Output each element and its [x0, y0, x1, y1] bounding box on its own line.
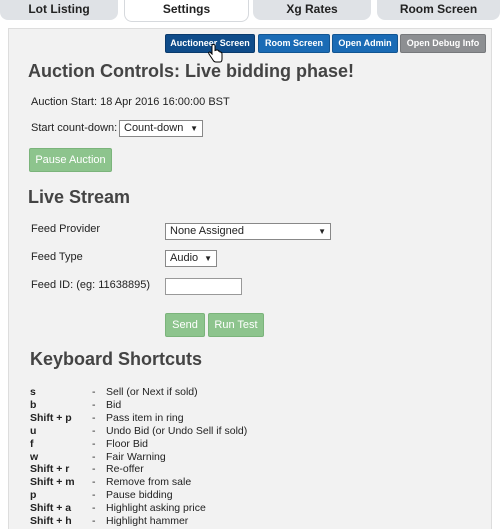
shortcut-key: b	[30, 398, 37, 411]
send-button[interactable]: Send	[165, 313, 205, 337]
auction-start-label: Auction Start: 18 Apr 2016 16:00:00 BST	[31, 96, 230, 108]
shortcut-description: Undo Bid (or Undo Sell if sold)	[106, 424, 248, 437]
live-stream-heading: Live Stream	[28, 187, 131, 207]
shortcut-description: Highlight asking price	[106, 502, 206, 515]
feed-type-value: Audio	[170, 252, 199, 264]
run-test-button[interactable]: Run Test	[208, 313, 264, 337]
shortcut-separator: -	[92, 411, 96, 424]
shortcut-key: s	[30, 386, 36, 398]
shortcut-separator: -	[92, 463, 96, 476]
feed-id-label: Feed ID: (eg: 11638895)	[31, 279, 151, 291]
shortcut-row: p - Pause bidding	[30, 489, 490, 502]
shortcut-key: Shift + p	[30, 411, 72, 424]
shortcut-key: f	[30, 437, 34, 450]
shortcut-key: Shift + r	[30, 463, 70, 476]
shortcut-separator: -	[92, 386, 96, 398]
shortcut-separator: -	[92, 398, 96, 411]
shortcut-row: b - Bid	[30, 399, 490, 412]
open-admin-button[interactable]: Open Admin	[332, 34, 398, 53]
shortcut-key: Shift + a	[30, 502, 72, 515]
feed-provider-value: None Assigned	[170, 225, 244, 237]
pause-auction-button[interactable]: Pause Auction	[29, 148, 112, 172]
shortcut-key: Shift + h	[30, 515, 72, 527]
shortcut-row: Shift + m - Remove from sale	[30, 476, 490, 489]
shortcut-description: Floor Bid	[106, 437, 149, 450]
countdown-label: Start count-down:	[31, 122, 118, 134]
shortcut-description: Highlight hammer	[106, 515, 189, 527]
feed-type-select[interactable]: Audio ▼	[165, 250, 217, 267]
countdown-select[interactable]: Count-down ▼	[119, 120, 203, 137]
tab-room-screen[interactable]: Room Screen	[377, 0, 500, 20]
shortcut-row: u - Undo Bid (or Undo Sell if sold)	[30, 425, 490, 438]
room-screen-button[interactable]: Room Screen	[258, 34, 330, 53]
shortcut-row: Shift + p - Pass item in ring	[30, 412, 490, 425]
feed-type-label: Feed Type	[31, 251, 83, 263]
shortcut-row: Shift + r - Re-offer	[30, 463, 490, 476]
shortcut-description: Pause bidding	[106, 489, 173, 502]
chevron-down-icon: ▼	[190, 124, 198, 133]
tab-settings[interactable]: Settings	[124, 0, 249, 22]
shortcut-separator: -	[92, 424, 96, 437]
feed-provider-select[interactable]: None Assigned ▼	[165, 223, 331, 240]
tab-xg-rates[interactable]: Xg Rates	[253, 0, 371, 20]
shortcut-description: Pass item in ring	[106, 411, 184, 424]
shortcut-row: s - Sell (or Next if sold)	[30, 386, 490, 399]
shortcut-description: Fair Warning	[106, 450, 166, 463]
shortcut-separator: -	[92, 450, 96, 463]
auction-controls-heading: Auction Controls: Live bidding phase!	[28, 61, 354, 81]
shortcut-row: w - Fair Warning	[30, 451, 490, 464]
chevron-down-icon: ▼	[204, 254, 212, 263]
shortcut-separator: -	[92, 502, 96, 515]
shortcut-description: Re-offer	[106, 463, 144, 476]
shortcut-key: Shift + m	[30, 476, 75, 489]
shortcut-row: Shift + h - Highlight hammer	[30, 515, 490, 528]
shortcut-key: u	[30, 424, 37, 437]
tab-bar: Lot Listing Settings Xg Rates Room Scree…	[0, 0, 500, 22]
shortcut-separator: -	[92, 437, 96, 450]
tab-lot-listing[interactable]: Lot Listing	[0, 0, 118, 20]
shortcut-key: p	[30, 489, 37, 502]
feed-provider-label: Feed Provider	[31, 223, 101, 235]
chevron-down-icon: ▼	[318, 227, 326, 236]
shortcut-separator: -	[92, 489, 96, 502]
shortcut-separator: -	[92, 515, 96, 527]
keyboard-shortcuts-heading: Keyboard Shortcuts	[30, 349, 203, 369]
countdown-select-value: Count-down	[124, 122, 184, 134]
open-debug-info-button[interactable]: Open Debug Info	[400, 34, 486, 53]
shortcut-description: Remove from sale	[106, 476, 192, 489]
shortcut-key: w	[30, 450, 39, 463]
shortcut-description: Bid	[106, 398, 122, 411]
shortcut-description: Sell (or Next if sold)	[106, 386, 198, 398]
shortcut-row: Shift + a - Highlight asking price	[30, 502, 490, 515]
shortcut-row: f - Floor Bid	[30, 438, 490, 451]
shortcut-separator: -	[92, 476, 96, 489]
feed-id-input[interactable]	[165, 278, 242, 295]
